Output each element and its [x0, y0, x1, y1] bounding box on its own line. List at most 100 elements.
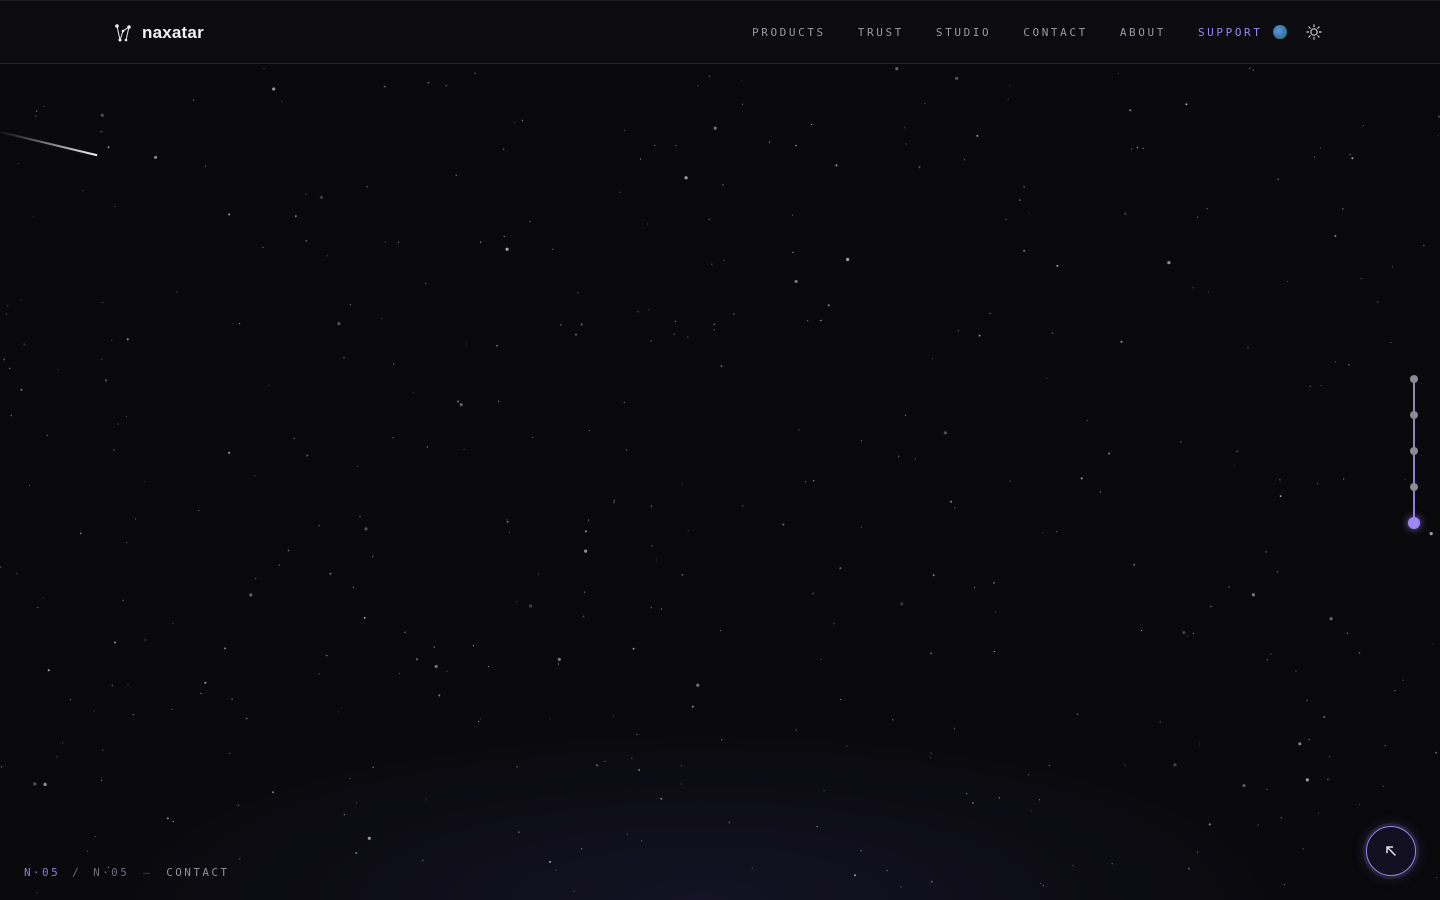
star [505, 247, 509, 251]
section-dot-1[interactable] [1410, 375, 1418, 383]
star [478, 720, 480, 723]
star [134, 518, 137, 520]
star [1009, 85, 1011, 87]
star [229, 752, 231, 754]
star [272, 791, 274, 794]
star [383, 85, 386, 88]
star [364, 527, 368, 531]
star [503, 236, 505, 238]
star [1130, 148, 1132, 150]
star [580, 323, 583, 326]
star [287, 549, 289, 552]
star [111, 685, 113, 687]
star [514, 122, 516, 124]
star [372, 555, 374, 558]
star [648, 309, 650, 311]
star [914, 458, 916, 460]
star [619, 191, 621, 193]
star [839, 567, 842, 570]
nav-item-support[interactable]: SUPPORT [1198, 26, 1263, 40]
star [1129, 109, 1132, 112]
nav-item-products[interactable]: PRODUCTS [752, 26, 826, 40]
star [918, 166, 921, 169]
star [47, 669, 50, 672]
star [577, 292, 579, 294]
section-dot-3[interactable] [1410, 447, 1418, 455]
star [3, 358, 6, 361]
star [349, 304, 351, 306]
star [127, 684, 129, 686]
star [305, 193, 307, 195]
star [397, 241, 399, 243]
star [516, 766, 518, 768]
nav-item-about[interactable]: ABOUT [1120, 26, 1166, 40]
star [1358, 803, 1360, 806]
star [16, 573, 18, 575]
star [807, 320, 809, 322]
star [932, 574, 935, 577]
star [1362, 125, 1364, 127]
star [1007, 98, 1009, 100]
star [741, 80, 743, 82]
star [107, 146, 110, 149]
star [1247, 346, 1249, 349]
star [1030, 810, 1032, 812]
star [924, 102, 926, 104]
brand-name: naxatar [142, 23, 204, 42]
star [1306, 699, 1309, 702]
star [720, 629, 722, 632]
star [795, 729, 798, 732]
section-name: CONTACT [166, 866, 230, 879]
star [674, 320, 677, 322]
star [795, 144, 797, 147]
star [392, 437, 394, 439]
star [1028, 212, 1030, 214]
nav-item-studio[interactable]: STUDIO [936, 26, 991, 40]
back-to-top-button[interactable] [1366, 826, 1416, 876]
section-total-number: N·05 [93, 866, 130, 879]
section-dot-5-active[interactable] [1408, 517, 1420, 529]
star [552, 248, 554, 250]
star [318, 524, 321, 527]
star [1384, 745, 1386, 747]
star [631, 757, 633, 759]
star [272, 87, 276, 91]
star [29, 485, 31, 487]
star [1023, 186, 1025, 188]
nav-item-trust[interactable]: TRUST [858, 26, 904, 40]
star [32, 216, 34, 218]
star [532, 436, 534, 438]
brand-home-link[interactable]: naxatar [114, 21, 204, 45]
globe-icon[interactable] [1273, 25, 1287, 39]
star [721, 739, 723, 741]
star [1133, 563, 1136, 566]
star [352, 586, 354, 589]
star [1117, 73, 1119, 75]
star [1437, 135, 1439, 137]
star [792, 214, 794, 216]
section-dot-2[interactable] [1410, 411, 1418, 419]
star [318, 673, 320, 675]
star [1328, 756, 1330, 758]
star [957, 330, 959, 332]
star [1278, 478, 1281, 481]
star [1048, 764, 1050, 766]
star [356, 465, 358, 467]
star [427, 81, 430, 84]
star [503, 148, 505, 150]
star [713, 323, 715, 325]
star [7, 305, 9, 307]
star [122, 599, 124, 602]
nav-item-contact[interactable]: CONTACT [1023, 26, 1088, 40]
star [1072, 865, 1074, 867]
star [1382, 785, 1384, 787]
arrow-up-left-icon [1386, 846, 1396, 856]
sun-icon[interactable] [1306, 24, 1322, 40]
star [696, 683, 700, 687]
star [675, 144, 677, 147]
star [1159, 721, 1161, 723]
star [711, 263, 713, 265]
section-dot-4[interactable] [1410, 483, 1418, 491]
star [709, 75, 711, 77]
star [326, 255, 328, 257]
